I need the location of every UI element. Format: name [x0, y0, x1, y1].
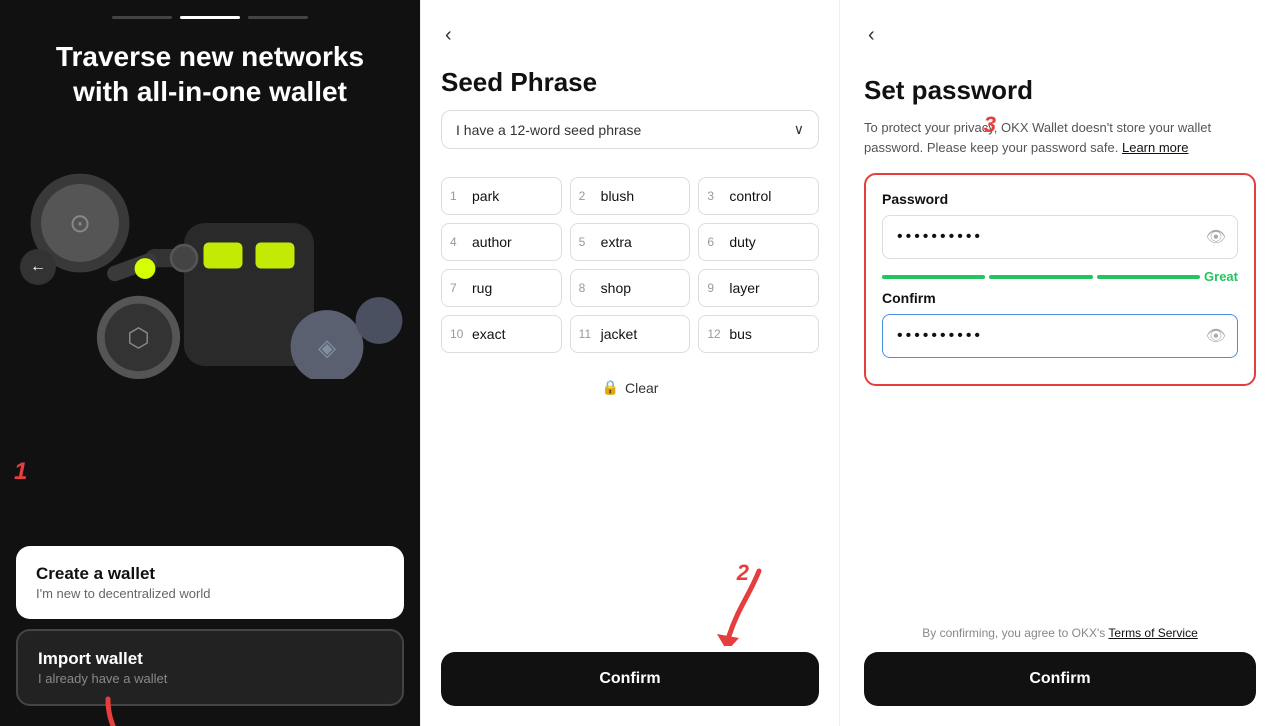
arrow-1-svg — [78, 694, 158, 726]
wallet-hero-title: Traverse new networks with all-in-one wa… — [0, 39, 420, 109]
set-password-panel: ‹ Set password To protect your privacy, … — [840, 0, 1280, 726]
seed-word: duty — [729, 234, 755, 250]
confirm-field-label: Confirm — [882, 290, 1238, 306]
create-wallet-sublabel: I'm new to decentralized world — [36, 586, 384, 601]
terms-text: By confirming, you agree to OKX's Terms … — [864, 626, 1256, 640]
seed-word-cell: 2 blush — [570, 177, 691, 215]
seed-back-arrow[interactable]: ‹ — [441, 20, 456, 51]
seed-word-cell: 9 layer — [698, 269, 819, 307]
seed-word: blush — [601, 188, 634, 204]
seed-number: 11 — [579, 327, 595, 341]
password-title: Set password — [864, 75, 1256, 106]
seed-word-cell: 3 control — [698, 177, 819, 215]
back-button[interactable]: ← — [20, 249, 56, 285]
progress-dot-2 — [180, 16, 240, 19]
annotation-2: 2 — [737, 560, 749, 586]
back-arrow-icon: ← — [30, 258, 46, 276]
svg-text:⊙: ⊙ — [69, 208, 91, 238]
seed-word-grid: 1 park 2 blush 3 control 4 author 5 extra 6 duty 7 ru… — [441, 177, 819, 353]
seed-number: 4 — [450, 235, 466, 249]
password-eye-icon[interactable]: 👁 — [1206, 227, 1226, 247]
clear-button[interactable]: 🔒 Clear — [441, 369, 819, 406]
terms-link[interactable]: Terms of Service — [1108, 626, 1197, 640]
strength-seg-3 — [1097, 275, 1200, 279]
seed-word: rug — [472, 280, 492, 296]
seed-word-cell: 8 shop — [570, 269, 691, 307]
seed-word: control — [729, 188, 771, 204]
confirm-input-wrapper: 👁 — [882, 314, 1238, 358]
password-description: To protect your privacy, OKX Wallet does… — [864, 118, 1256, 157]
wallet-illustration: ⊙ ◈ ⬡ ← — [0, 119, 420, 379]
seed-phrase-panel: ‹ Seed Phrase I have a 12-word seed phra… — [420, 0, 840, 726]
create-wallet-label: Create a wallet — [36, 564, 384, 584]
chevron-down-icon: ∨ — [794, 121, 804, 138]
wallet-action-buttons: Create a wallet I'm new to decentralized… — [0, 546, 420, 726]
password-header: ‹ — [864, 20, 1256, 51]
seed-word: park — [472, 188, 499, 204]
svg-text:◈: ◈ — [318, 335, 336, 361]
seed-number: 2 — [579, 189, 595, 203]
password-input[interactable] — [882, 215, 1238, 259]
seed-number: 7 — [450, 281, 466, 295]
seed-word-cell: 5 extra — [570, 223, 691, 261]
seed-number: 10 — [450, 327, 466, 341]
strength-label: Great — [1204, 269, 1238, 284]
annotation-1: 1 — [14, 458, 27, 486]
seed-word: exact — [472, 326, 505, 342]
seed-word: author — [472, 234, 512, 250]
password-field-label: Password — [882, 191, 1238, 207]
seed-word-cell: 4 author — [441, 223, 562, 261]
seed-word-cell: 12 bus — [698, 315, 819, 353]
clear-label: Clear — [625, 380, 658, 396]
wallet-selection-panel: Traverse new networks with all-in-one wa… — [0, 0, 420, 726]
seed-dropdown-container: I have a 12-word seed phrase ∨ — [441, 110, 819, 165]
seed-word: extra — [601, 234, 632, 250]
progress-bar — [112, 16, 308, 19]
seed-word-cell: 6 duty — [698, 223, 819, 261]
confirm-eye-icon[interactable]: 👁 — [1206, 326, 1226, 346]
lock-icon: 🔒 — [602, 379, 619, 396]
seed-confirm-button[interactable]: Confirm — [441, 652, 819, 706]
seed-number: 1 — [450, 189, 466, 203]
learn-more-link[interactable]: Learn more — [1122, 140, 1188, 155]
seed-number: 6 — [707, 235, 723, 249]
seed-word-cell: 7 rug — [441, 269, 562, 307]
seed-word: shop — [601, 280, 631, 296]
password-back-arrow[interactable]: ‹ — [864, 20, 879, 51]
progress-dot-3 — [248, 16, 308, 19]
password-form-box: Password 👁 Great Confirm 👁 — [864, 173, 1256, 386]
password-confirm-button[interactable]: Confirm — [864, 652, 1256, 706]
import-wallet-label: Import wallet — [38, 649, 382, 669]
strength-seg-2 — [989, 275, 1092, 279]
import-wallet-button[interactable]: Import wallet I already have a wallet — [16, 629, 404, 706]
seed-number: 3 — [707, 189, 723, 203]
import-wallet-sublabel: I already have a wallet — [38, 671, 382, 686]
password-input-wrapper: 👁 — [882, 215, 1238, 259]
seed-number: 8 — [579, 281, 595, 295]
seed-word-cell: 1 park — [441, 177, 562, 215]
password-strength-bar: Great — [882, 269, 1238, 284]
confirm-password-input[interactable] — [882, 314, 1238, 358]
seed-word: bus — [729, 326, 752, 342]
seed-phrase-dropdown[interactable]: I have a 12-word seed phrase ∨ — [441, 110, 819, 149]
seed-dropdown-label: I have a 12-word seed phrase — [456, 122, 641, 138]
seed-number: 9 — [707, 281, 723, 295]
annotation-3: 3 — [984, 112, 996, 138]
seed-word-cell: 11 jacket — [570, 315, 691, 353]
seed-number: 5 — [579, 235, 595, 249]
seed-word: jacket — [601, 326, 638, 342]
seed-word: layer — [729, 280, 759, 296]
svg-text:⬡: ⬡ — [127, 323, 150, 353]
strength-seg-1 — [882, 275, 985, 279]
create-wallet-button[interactable]: Create a wallet I'm new to decentralized… — [16, 546, 404, 619]
seed-phrase-title: Seed Phrase — [441, 67, 819, 98]
seed-phrase-header: ‹ — [441, 20, 819, 51]
seed-word-cell: 10 exact — [441, 315, 562, 353]
seed-number: 12 — [707, 327, 723, 341]
progress-dot-1 — [112, 16, 172, 19]
